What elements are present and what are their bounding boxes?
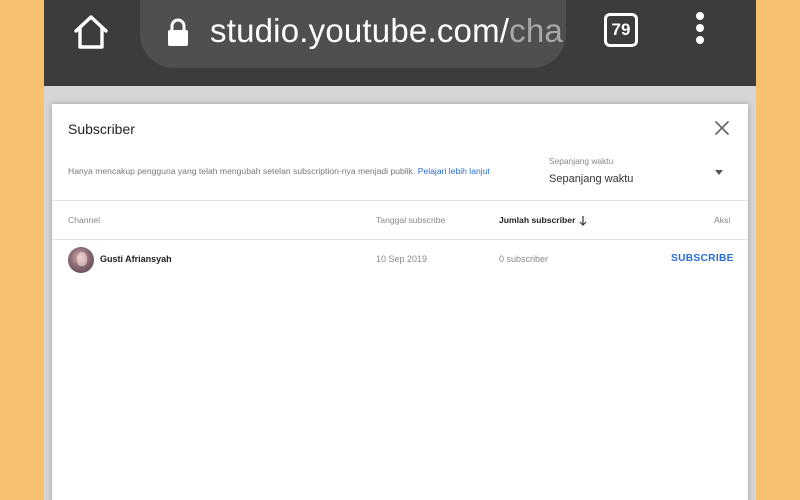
- period-dropdown[interactable]: Sepanjang waktu Sepanjang waktu: [549, 156, 729, 190]
- address-bar[interactable]: studio.youtube.com/cha: [140, 0, 566, 68]
- channel-name[interactable]: Gusti Afriansyah: [100, 254, 172, 264]
- subscriber-count: 0 subscriber: [499, 254, 549, 264]
- header-count[interactable]: Jumlah subscriber: [499, 215, 587, 226]
- dropdown-caret-icon: [715, 170, 723, 175]
- arrow-down-icon: [579, 215, 587, 226]
- subscribe-button[interactable]: SUBSCRIBE: [671, 253, 734, 264]
- phone-screen: studio.youtube.com/cha 79 Subscriber Han…: [44, 0, 756, 500]
- close-icon: [715, 121, 729, 135]
- tabs-button[interactable]: 79: [604, 13, 638, 47]
- divider: [52, 200, 748, 201]
- home-icon: [74, 15, 108, 49]
- tab-count: 79: [611, 20, 631, 39]
- info-text: Hanya mencakup pengguna yang telah mengu…: [68, 166, 490, 176]
- url-text: studio.youtube.com/cha: [210, 12, 563, 49]
- header-action: Aksi: [714, 215, 731, 225]
- avatar[interactable]: [68, 247, 94, 273]
- more-vert-icon: [692, 12, 708, 44]
- period-label: Sepanjang waktu: [549, 156, 614, 166]
- table-row: Gusti Afriansyah 10 Sep 2019 0 subscribe…: [52, 240, 748, 278]
- close-button[interactable]: [713, 119, 731, 137]
- subscriber-dialog: Subscriber Hanya mencakup pengguna yang …: [52, 104, 748, 500]
- lock-icon: [168, 18, 188, 46]
- dialog-title: Subscriber: [68, 121, 135, 137]
- more-menu-button[interactable]: [692, 12, 708, 50]
- subscribe-date: 10 Sep 2019: [376, 254, 428, 264]
- home-button[interactable]: [70, 11, 112, 53]
- header-date[interactable]: Tanggal subscribe: [376, 215, 445, 225]
- browser-toolbar: studio.youtube.com/cha 79: [44, 0, 756, 86]
- period-value: Sepanjang waktu: [549, 173, 634, 185]
- header-channel: Channel: [68, 215, 101, 225]
- url-overflow: cha: [509, 12, 563, 49]
- learn-more-link[interactable]: Pelajari lebih lanjut: [418, 166, 490, 176]
